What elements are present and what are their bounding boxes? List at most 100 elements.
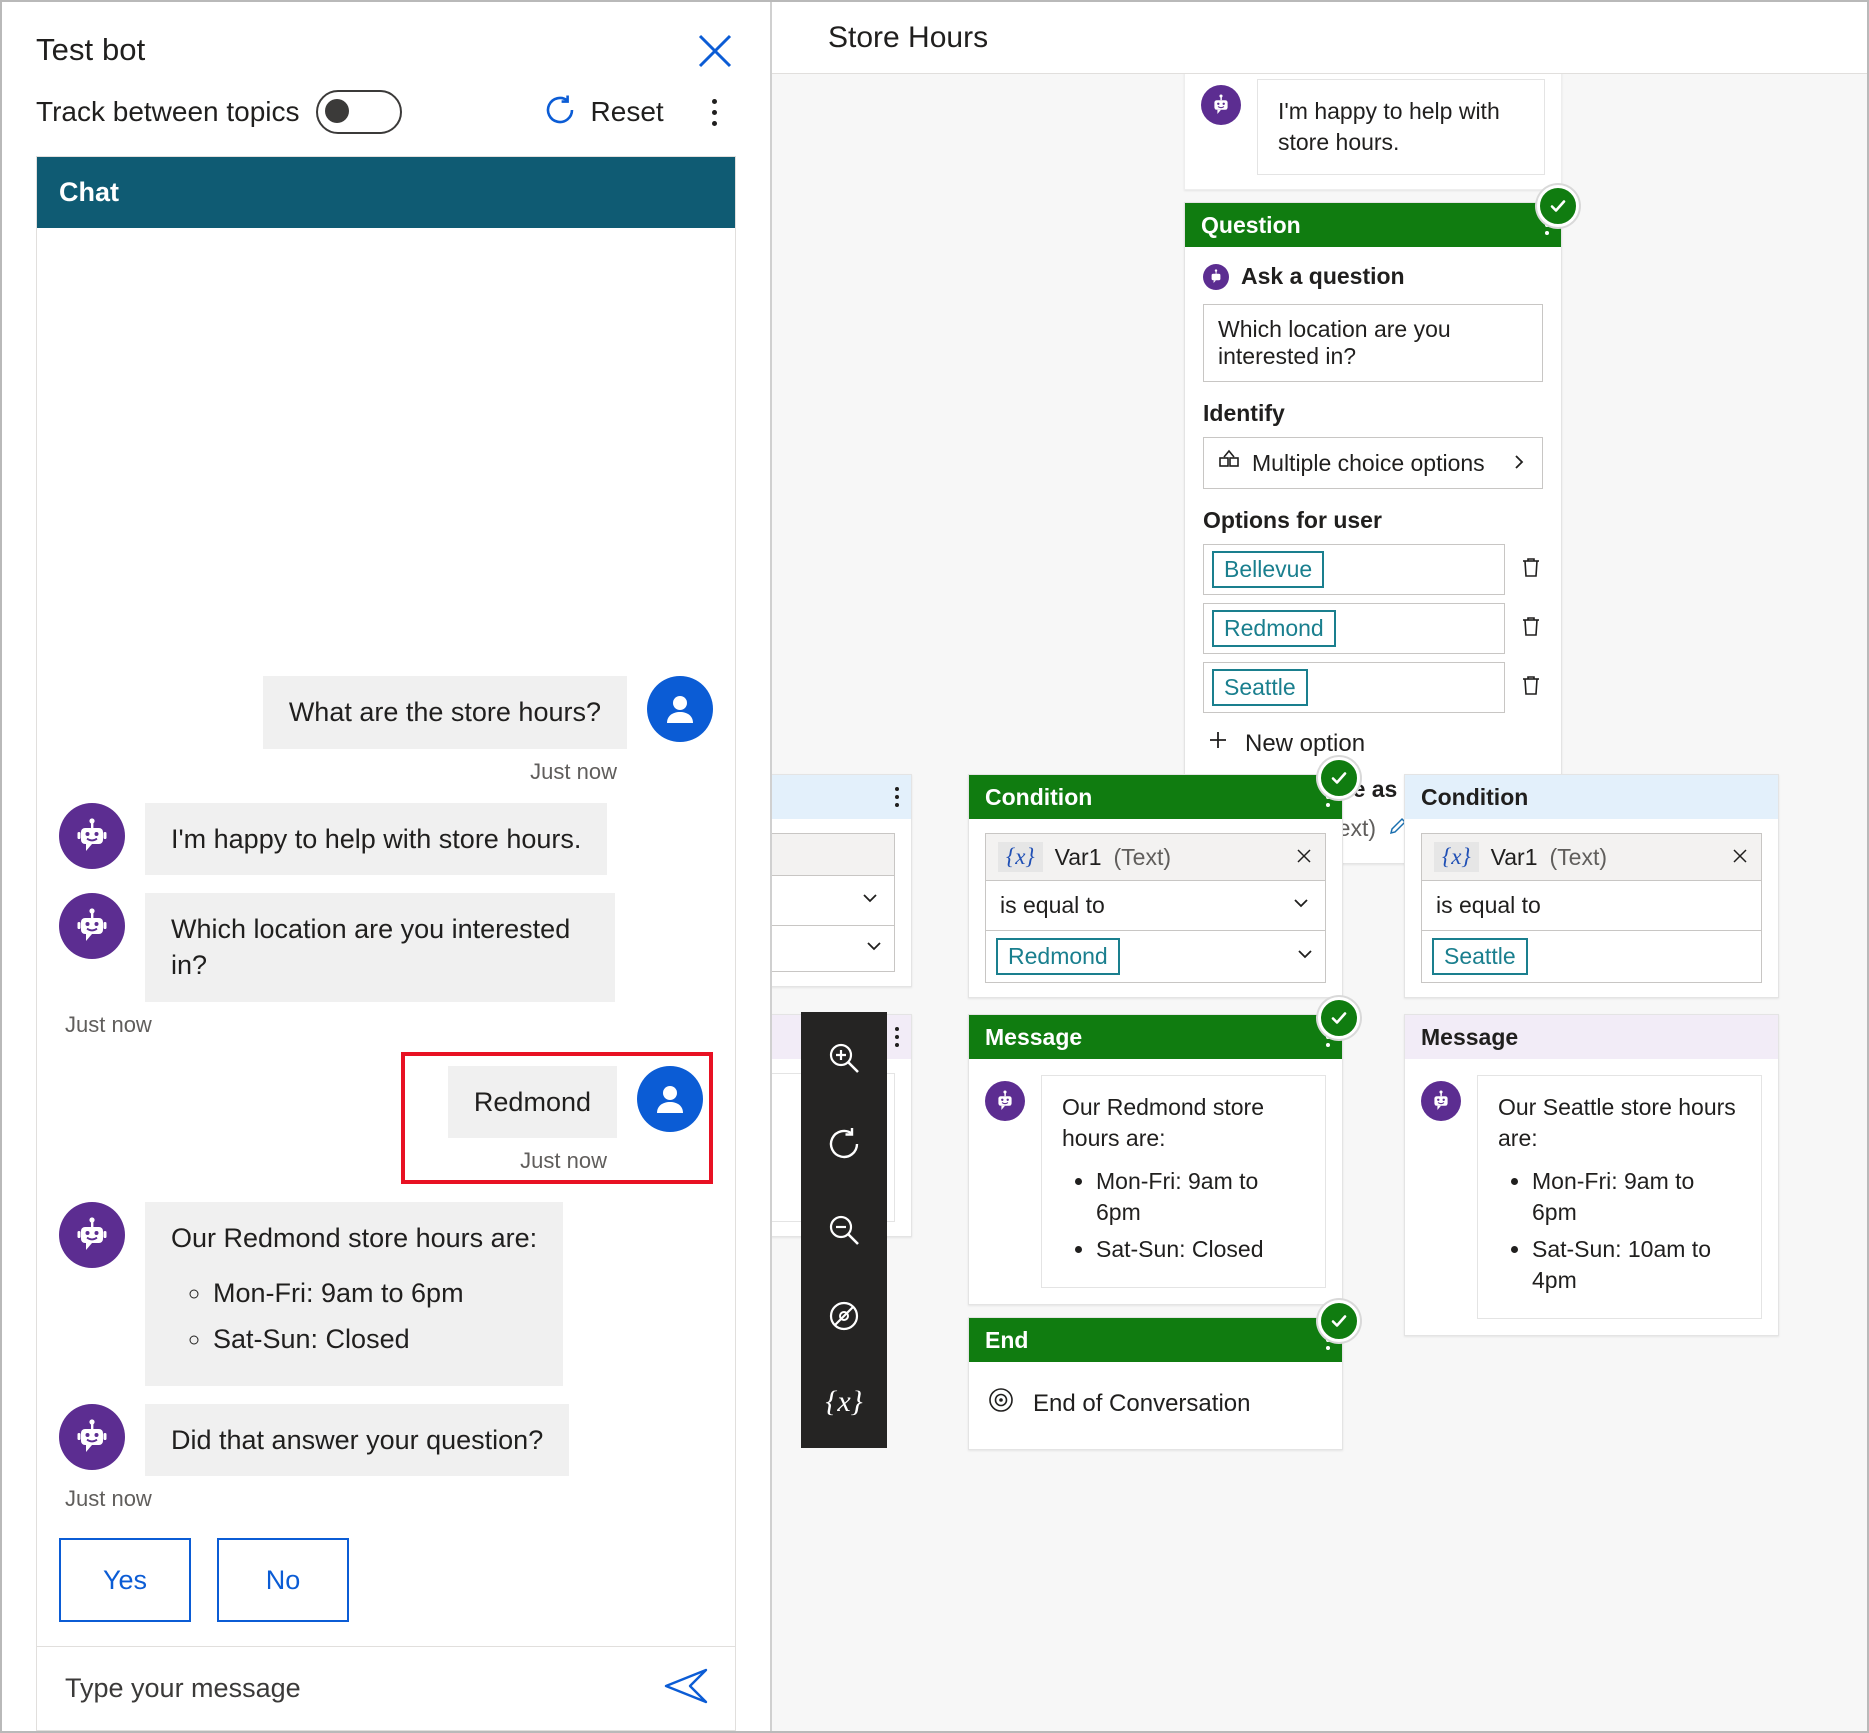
message-row: Our Seattle store hours are: Mon-Fri: 9a… [1421, 1075, 1762, 1320]
list-item: Mon-Fri: 9am to 6pm [1096, 1166, 1305, 1228]
identify-select[interactable]: Multiple choice options [1203, 437, 1543, 489]
check-circle-icon [1318, 757, 1360, 799]
list-item: Sat-Sun: Closed [1096, 1234, 1305, 1265]
message-bubble: What are the store hours? [262, 676, 627, 749]
value-select[interactable]: Seattle [1421, 931, 1762, 983]
end-conversation-icon [987, 1386, 1015, 1421]
variable-name: Var1 [1490, 843, 1538, 870]
new-option-label: New option [1245, 729, 1366, 757]
variable-type: (Text) [1113, 843, 1172, 870]
ask-a-question-row: Ask a question [1203, 263, 1543, 290]
more-vertical-icon[interactable] [698, 91, 732, 133]
option-chip: Redmond [1212, 610, 1336, 647]
value-select-partial[interactable] [772, 926, 895, 972]
flow-canvas[interactable]: I'm happy to help with store hours. Ques… [772, 74, 1867, 1731]
trash-icon[interactable] [1519, 555, 1543, 584]
condition-node-header [772, 775, 911, 819]
bot-icon [59, 1403, 125, 1470]
zoom-in-icon[interactable] [816, 1030, 872, 1086]
node-title: Condition [1421, 783, 1529, 810]
options-for-user-label: Options for user [1203, 507, 1382, 533]
variables-icon[interactable]: {x} [816, 1374, 872, 1430]
option-input[interactable]: Redmond [1203, 603, 1505, 654]
more-vertical-icon[interactable] [895, 1027, 899, 1047]
list-item: Sat-Sun: Closed [213, 1321, 537, 1357]
condition-node-partial[interactable] [772, 774, 912, 987]
chat-input-bar [37, 1646, 735, 1730]
chat-header: Chat [37, 157, 735, 228]
message-row: Our Redmond store hours are: Mon-Fri: 9a… [985, 1075, 1326, 1289]
more-vertical-icon[interactable] [895, 787, 899, 807]
end-node[interactable]: End End of Conversation [968, 1300, 1360, 1450]
message-node-seattle[interactable]: Message Our Seattle store hours are: • M… [1404, 1014, 1779, 1337]
quick-reply-no[interactable]: No [217, 1538, 349, 1622]
quick-reply-yes[interactable]: Yes [59, 1538, 191, 1622]
track-between-topics-toggle[interactable] [315, 90, 402, 134]
bot-icon [59, 802, 125, 869]
variable-name: Var1 [1054, 843, 1102, 870]
option-input[interactable]: Seattle [1203, 662, 1505, 713]
test-bot-controls: Track between topics Reset [2, 68, 770, 134]
zoom-out-icon[interactable] [816, 1202, 872, 1258]
option-row: Seattle [1203, 662, 1543, 713]
identify-label: Identify [1203, 400, 1285, 426]
end-node-body: End of Conversation [969, 1362, 1342, 1449]
close-icon[interactable] [1731, 844, 1749, 871]
intro-message-node[interactable]: I'm happy to help with store hours. [1184, 74, 1562, 191]
check-circle-icon [1318, 1300, 1360, 1342]
condition-body: {x} Var1 (Text) is equal to Redmond [969, 819, 1342, 997]
multiple-choice-icon [1218, 449, 1240, 477]
message-text: Our Seattle store hours are: [1498, 1094, 1736, 1152]
test-bot-header: Test bot [2, 2, 770, 68]
chat-message-bot: Did that answer your question? [59, 1403, 713, 1476]
page-title: Store Hours [828, 20, 989, 54]
operator-select[interactable]: is equal to [1421, 880, 1762, 931]
condition-node-seattle[interactable]: Condition {x} Var1 (Text) is equal to Se… [1404, 774, 1779, 998]
message-group: Did that answer your question? Just now [59, 1386, 713, 1512]
list-item: Mon-Fri: 9am to 6pm [213, 1275, 537, 1311]
message-timestamp: Just now [65, 1011, 152, 1037]
option-chip: Bellevue [1212, 551, 1325, 588]
message-bubble: Our Redmond store hours are: Mon-Fri: 9a… [145, 1202, 564, 1386]
avatar [637, 1065, 703, 1132]
test-bot-pane: Test bot Track between topics Reset Chat… [2, 2, 772, 1731]
node-title: Question [1201, 211, 1301, 238]
variable-chip[interactable]: {x} Var1 (Text) [1421, 833, 1762, 880]
message-text: Our Redmond store hours are: [171, 1223, 538, 1254]
variable-icon: {x} [1434, 842, 1479, 872]
variable-chip[interactable]: {x} Var1 (Text) [985, 833, 1326, 880]
question-node[interactable]: Question Ask a question Which location a… [1184, 185, 1579, 864]
message-input[interactable] [63, 1672, 663, 1705]
check-circle-icon [1318, 997, 1360, 1039]
condition-node-header: Condition [1405, 775, 1778, 819]
reset-button[interactable]: Reset [542, 92, 664, 133]
trash-icon[interactable] [1519, 614, 1543, 643]
message-node-redmond[interactable]: Message Our Redmond store hours are: • M… [968, 997, 1360, 1306]
message-text: I'm happy to help with store hours. [1257, 79, 1545, 176]
chat-transcript: What are the store hours? Just now I'm h… [37, 228, 735, 1512]
variable-type: (Text) [1549, 843, 1608, 870]
fit-to-screen-icon[interactable] [816, 1288, 872, 1344]
send-icon[interactable] [663, 1667, 709, 1710]
node-title: Message [985, 1023, 1083, 1050]
bot-icon [985, 1081, 1025, 1121]
value-select[interactable]: Redmond [985, 931, 1326, 983]
close-icon[interactable] [692, 28, 738, 74]
reset-view-icon[interactable] [816, 1116, 872, 1172]
flow-connectors [772, 74, 1072, 224]
new-option-button[interactable]: New option [1207, 729, 1543, 758]
operator-select-partial[interactable] [772, 875, 895, 926]
condition-node-redmond[interactable]: Condition {x} Var1 (Text) is equal to Re… [968, 757, 1360, 998]
identify-value: Multiple choice options [1252, 449, 1485, 476]
question-text-field[interactable]: Which location are you interested in? [1203, 304, 1543, 382]
option-input[interactable]: Bellevue [1203, 544, 1505, 595]
message-bubble: Did that answer your question? [145, 1403, 570, 1476]
chevron-down-icon [860, 887, 880, 914]
node-title: Condition [985, 783, 1093, 810]
value-chip: Redmond [996, 938, 1120, 975]
operator-select[interactable]: is equal to [985, 880, 1326, 931]
close-icon[interactable] [1295, 844, 1313, 871]
message-text: Our Redmond store hours are: [1062, 1094, 1264, 1152]
message-group: Which location are you interested in? Ju… [59, 875, 713, 1038]
trash-icon[interactable] [1519, 673, 1543, 702]
